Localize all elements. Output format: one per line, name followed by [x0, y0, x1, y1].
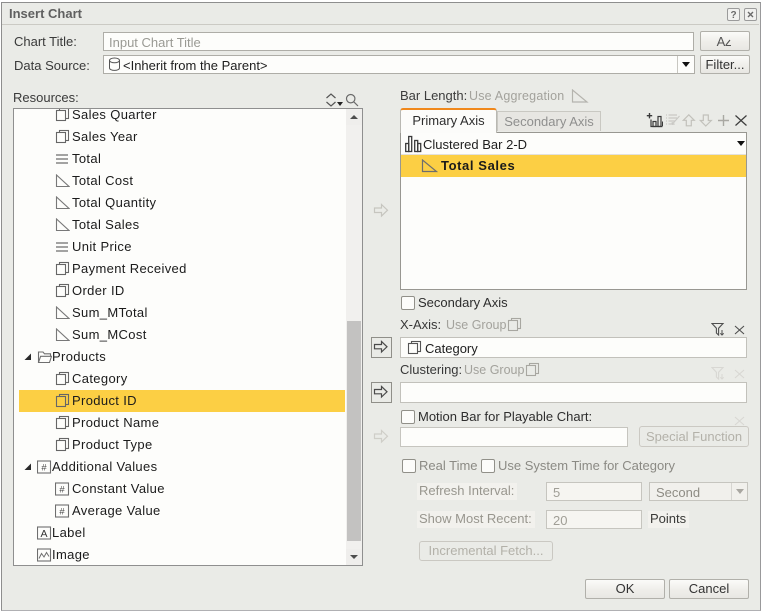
svg-text:A: A	[717, 34, 726, 49]
svg-text:A: A	[40, 528, 47, 540]
svg-text:#: #	[41, 463, 47, 474]
svg-text:?: ?	[730, 10, 736, 20]
svg-text:#: #	[59, 485, 65, 496]
svg-text:#: #	[59, 507, 65, 518]
